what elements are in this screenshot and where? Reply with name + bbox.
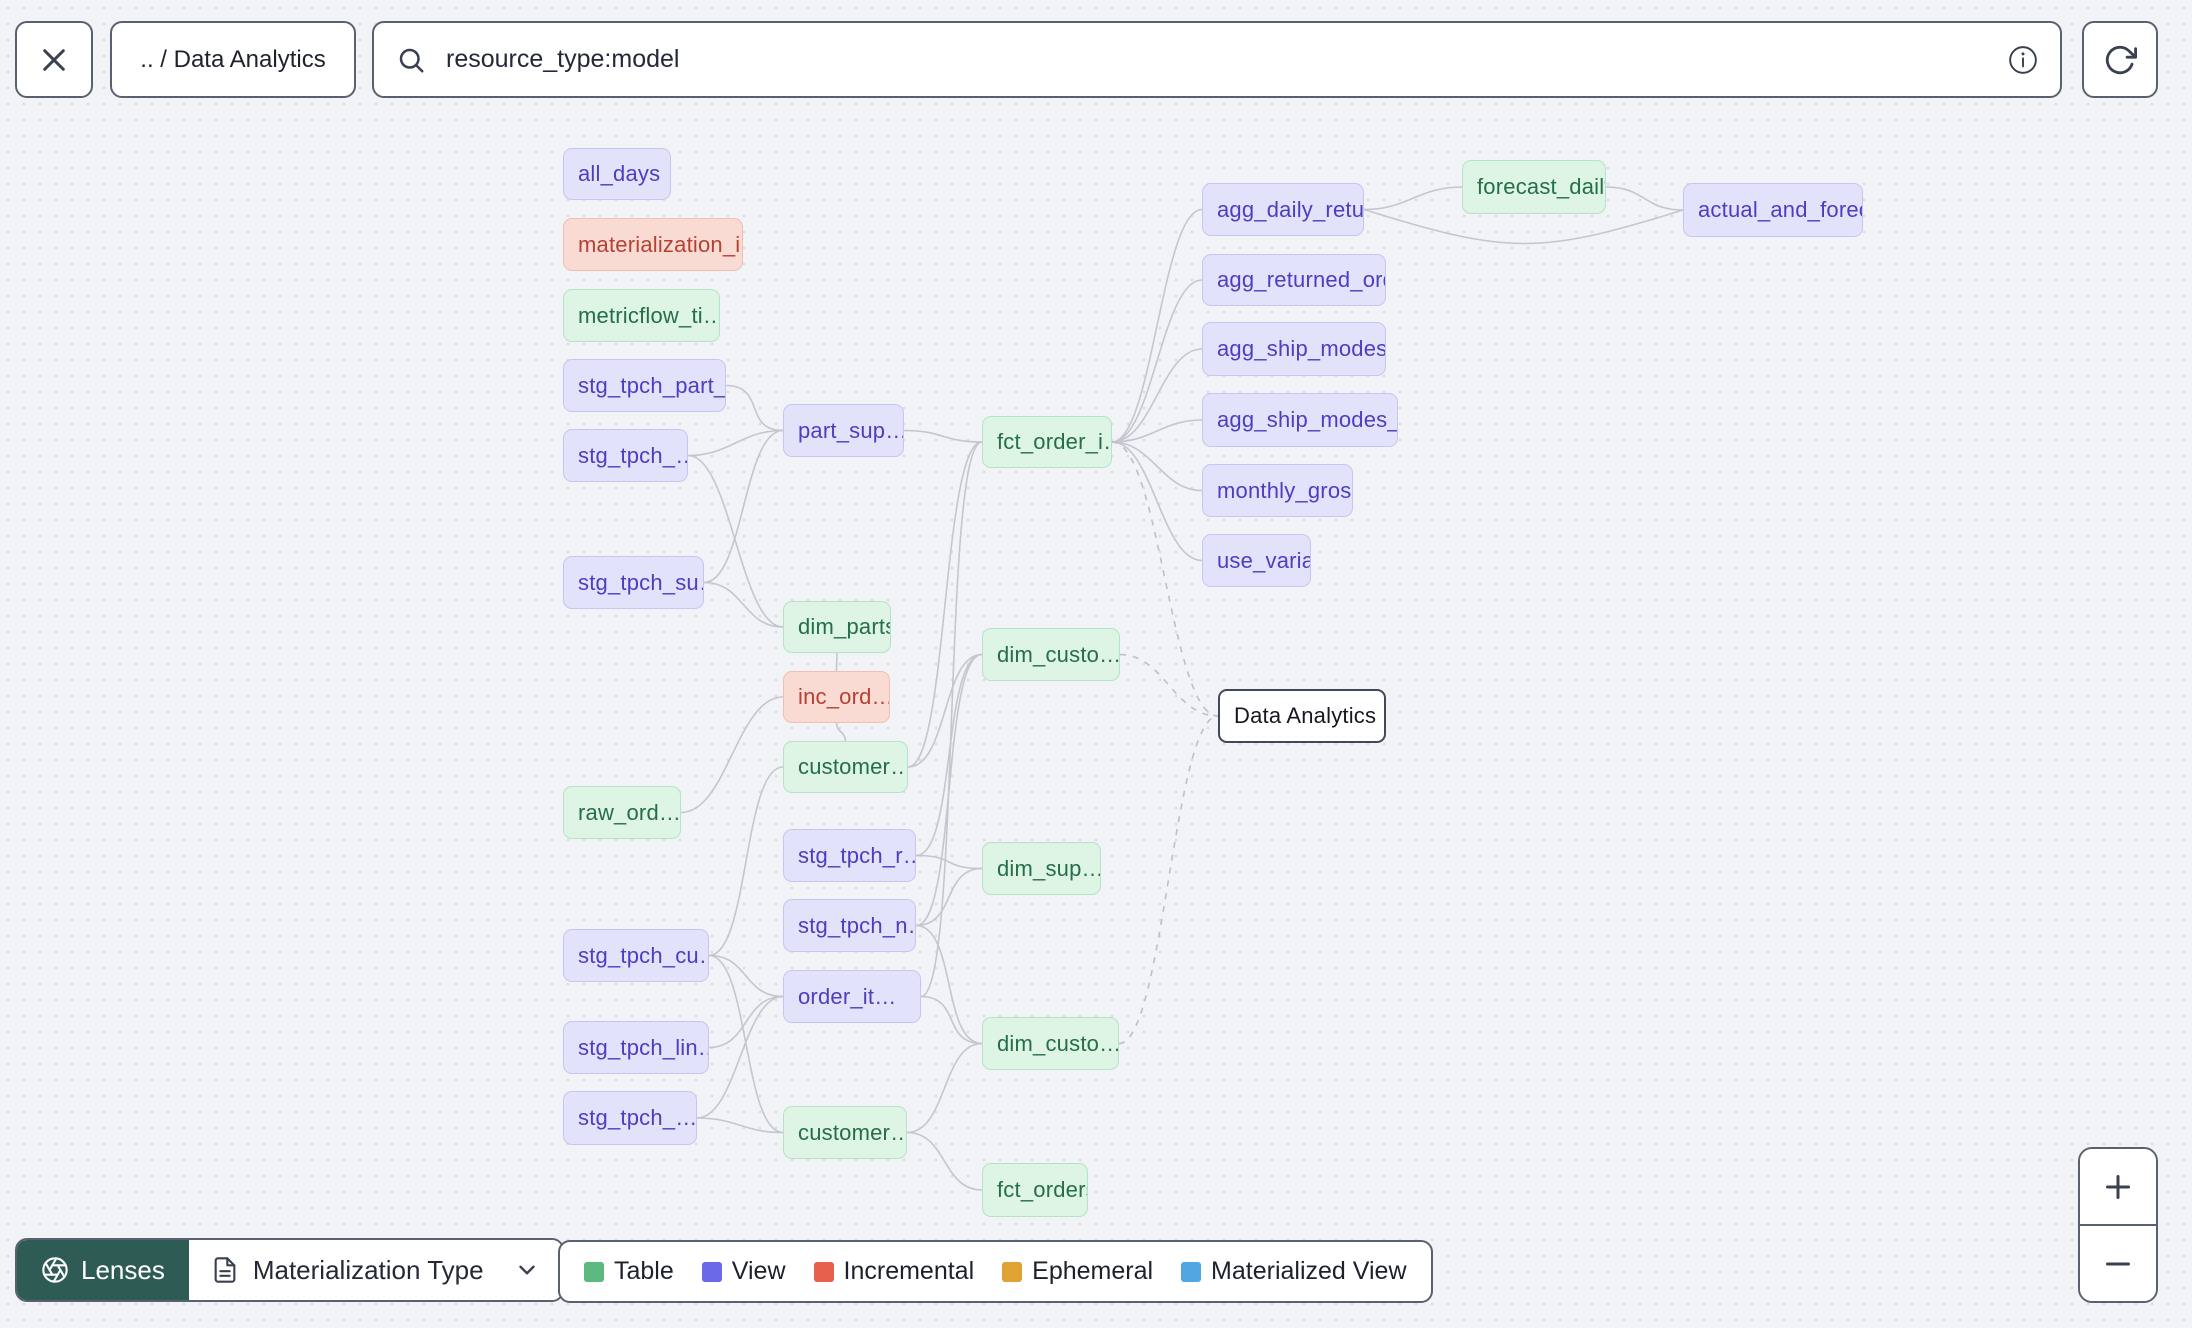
graph-node-stg_tpch_su[interactable]: stg_tpch_su…: [563, 556, 704, 609]
graph-node-metricflow_ti[interactable]: metricflow_ti…: [563, 289, 720, 342]
node-layer: all_days materialization_i… metricflow_ti……: [0, 0, 2192, 1328]
graph-node-inc_ord[interactable]: inc_ord…: [783, 671, 890, 723]
legend-swatch-incremental: [813, 1261, 834, 1282]
graph-node-exposure_da[interactable]: Data Analytics | …: [1218, 689, 1386, 743]
legend-item-materialized-view: Materialized View: [1181, 1257, 1407, 1286]
graph-node-dim_parts[interactable]: dim_parts: [783, 601, 891, 653]
graph-node-customer_a[interactable]: customer…: [783, 741, 908, 793]
info-icon[interactable]: [2008, 45, 2038, 75]
zoom-out-button[interactable]: [2080, 1224, 2156, 1301]
legend-item-incremental: Incremental: [813, 1257, 975, 1286]
graph-node-stg_tpch_r[interactable]: stg_tpch_r…: [783, 829, 916, 882]
graph-node-agg_ship_modes_ha[interactable]: agg_ship_modes_ha…: [1202, 393, 1398, 447]
lens-selected-label: Materialization Type: [252, 1254, 484, 1285]
graph-node-customer_b[interactable]: customer…: [783, 1106, 907, 1159]
breadcrumb[interactable]: .. / Data Analytics: [110, 21, 356, 98]
lenses-control: Lenses Materialization Type: [15, 1238, 564, 1302]
graph-node-fct_order_i[interactable]: fct_order_i…: [982, 416, 1112, 468]
lens-selector[interactable]: Materialization Type: [188, 1240, 562, 1300]
chevron-down-icon: [514, 1257, 540, 1283]
legend-label-materialized-view: Materialized View: [1211, 1257, 1407, 1285]
graph-node-actual_and_foreca[interactable]: actual_and_foreca…: [1683, 183, 1863, 237]
graph-node-stg_tpch_part[interactable]: stg_tpch_part_…: [563, 359, 726, 412]
graph-node-use_varia[interactable]: use_varia…: [1202, 534, 1311, 587]
lenses-button[interactable]: Lenses: [17, 1240, 189, 1300]
refresh-icon: [2103, 43, 2137, 77]
close-icon: [38, 44, 70, 76]
legend: Table View Incremental Ephemeral Materialize…: [558, 1240, 1433, 1303]
legend-label-ephemeral: Ephemeral: [1032, 1257, 1154, 1285]
search-icon: [396, 45, 426, 75]
graph-node-fct_orders[interactable]: fct_orders: [982, 1163, 1088, 1217]
legend-swatch-table: [584, 1261, 604, 1282]
graph-node-stg_tpch_lin[interactable]: stg_tpch_lin…: [563, 1021, 709, 1074]
graph-node-monthly_gross[interactable]: monthly_gross…: [1202, 464, 1353, 517]
zoom-control: [2078, 1147, 2158, 1303]
graph-node-order_it[interactable]: order_it…: [783, 970, 921, 1023]
legend-label-incremental: Incremental: [843, 1257, 975, 1285]
refresh-button[interactable]: [2082, 21, 2158, 98]
graph-node-agg_ship_modes_d[interactable]: agg_ship_modes_d…: [1202, 322, 1386, 376]
legend-swatch-materialized-view: [1181, 1261, 1202, 1282]
breadcrumb-label: .. / Data Analytics: [140, 45, 326, 73]
plus-icon: [2100, 1169, 2136, 1205]
graph-node-agg_daily_retur[interactable]: agg_daily_retur…: [1202, 183, 1364, 236]
graph-node-materialization_i[interactable]: materialization_i…: [563, 218, 743, 271]
close-button[interactable]: [15, 21, 93, 98]
graph-node-all_days[interactable]: all_days: [563, 148, 671, 200]
aperture-icon: [41, 1256, 69, 1284]
graph-node-forecast_daily[interactable]: forecast_daily…: [1462, 160, 1606, 214]
search-input[interactable]: [444, 44, 1990, 75]
legend-item-view: View: [701, 1257, 786, 1286]
graph-node-agg_returned_orde[interactable]: agg_returned_orde…: [1202, 254, 1386, 306]
legend-swatch-ephemeral: [1002, 1261, 1023, 1282]
legend-item-table: Table: [584, 1257, 674, 1286]
legend-label-view: View: [731, 1257, 786, 1285]
legend-label-table: Table: [614, 1257, 674, 1285]
graph-node-dim_sup[interactable]: dim_sup…: [982, 842, 1101, 895]
graph-node-stg_tpch_a[interactable]: stg_tpch_…: [563, 429, 688, 482]
document-icon: [211, 1256, 239, 1284]
lineage-canvas[interactable]: all_days materialization_i… metricflow_ti……: [0, 0, 2192, 1328]
graph-node-stg_tpch_b[interactable]: stg_tpch_…: [563, 1091, 697, 1145]
search-bar[interactable]: [372, 21, 2062, 98]
graph-node-raw_ord[interactable]: raw_ord…: [563, 786, 681, 839]
graph-node-dim_custo_a[interactable]: dim_custo…: [982, 628, 1120, 681]
minus-icon: [2100, 1246, 2136, 1282]
graph-node-stg_tpch_n[interactable]: stg_tpch_n…: [783, 899, 916, 952]
graph-node-stg_tpch_cu[interactable]: stg_tpch_cu…: [563, 929, 709, 982]
legend-item-ephemeral: Ephemeral: [1002, 1257, 1153, 1286]
legend-swatch-view: [701, 1261, 722, 1282]
lenses-label: Lenses: [81, 1254, 165, 1285]
graph-node-dim_custo_b[interactable]: dim_custo…: [982, 1017, 1119, 1070]
graph-node-part_sup[interactable]: part_sup…: [783, 404, 904, 457]
zoom-in-button[interactable]: [2080, 1149, 2156, 1224]
